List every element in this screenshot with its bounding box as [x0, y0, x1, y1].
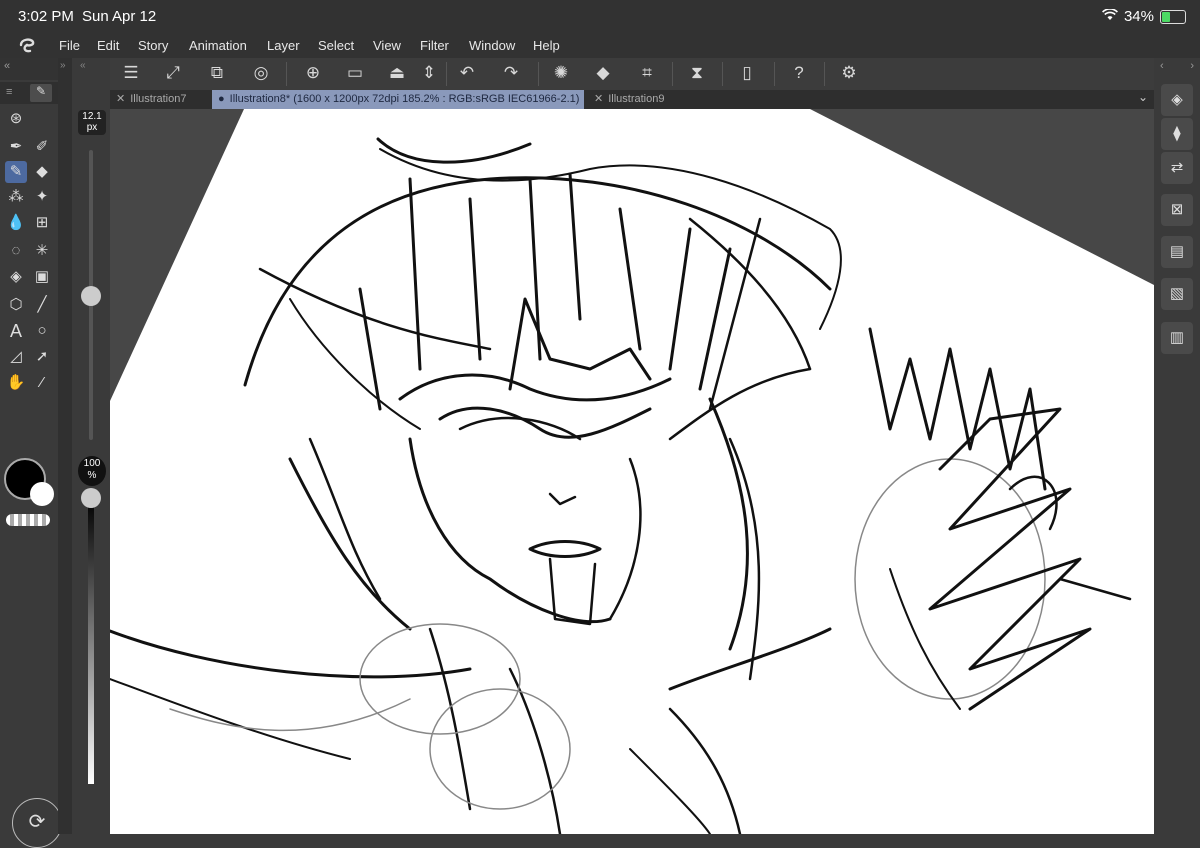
opacity-label: 100%	[78, 456, 106, 486]
status-bar: 3:02 PM Sun Apr 12 34%	[0, 0, 1200, 34]
rotate-device-icon[interactable]: ⟳	[12, 798, 62, 848]
save-icon[interactable]: ⏏	[386, 62, 408, 84]
tab-illustration8[interactable]: ● Illustration8* (1600 x 1200px 72dpi 185…	[212, 90, 584, 109]
collapse-icon[interactable]: «	[80, 60, 86, 71]
command-bar: ☰ ⤢ ⧉ ◎ ⊕ ▭ ⏏ ⇕ ↶ ↷ ✺ ◆ ⌗ ⧗ ▯ ? ⚙	[110, 58, 1154, 91]
grid-icon[interactable]: ⊞	[31, 212, 53, 234]
tab-illustration9[interactable]: ✕ Illustration9	[588, 90, 692, 109]
open-folder-icon[interactable]: ▭	[344, 62, 366, 84]
panel-divider: »	[58, 58, 72, 834]
crop-icon[interactable]: ⌗	[636, 62, 658, 84]
drop-icon[interactable]: 💧	[5, 212, 27, 234]
flip-icon[interactable]: ⧗	[686, 62, 708, 84]
menu-file[interactable]: File	[59, 38, 80, 53]
layers-icon[interactable]: ◈	[1161, 84, 1193, 116]
download-icon[interactable]: ⊛	[5, 108, 27, 130]
brush-size-label: 12.1 px	[78, 110, 106, 135]
sparkle-icon[interactable]: ✦	[31, 186, 53, 208]
chevron-down-icon[interactable]: ⌄	[1138, 90, 1148, 104]
status-date: Sun Apr 12	[82, 8, 157, 25]
sub-view-icon[interactable]: ⊠	[1161, 194, 1193, 226]
menu-filter[interactable]: Filter	[420, 38, 449, 53]
menu-edit[interactable]: Edit	[97, 38, 119, 53]
line-icon[interactable]: ╱	[31, 294, 53, 316]
close-icon[interactable]: ✕	[594, 93, 603, 105]
panel-menu-icon[interactable]: ≡	[6, 86, 12, 98]
menu-story[interactable]: Story	[138, 38, 168, 53]
collapse-right-icon[interactable]: ‹	[1160, 60, 1164, 72]
eyedropper-icon[interactable]: ⁄	[31, 372, 53, 394]
transparent-color-swatch[interactable]	[6, 514, 50, 526]
navigator-icon[interactable]: ⇄	[1161, 152, 1193, 184]
triangle-ruler-icon[interactable]: ◿	[5, 346, 27, 368]
expand-right-icon[interactable]: ›	[1190, 60, 1194, 72]
drawing-canvas[interactable]	[110, 109, 1154, 834]
opacity-knob[interactable]	[81, 488, 101, 508]
dot-icon: ●	[218, 93, 225, 105]
wifi-icon	[1102, 8, 1118, 25]
menu-animation[interactable]: Animation	[189, 38, 247, 53]
brush-icon[interactable]: ✎	[5, 161, 27, 183]
collapse-left-icon[interactable]: «	[4, 60, 10, 72]
brush-tab-icon[interactable]: ✎	[30, 84, 52, 102]
gradient-icon[interactable]: ▣	[31, 266, 53, 288]
opacity-slider[interactable]	[88, 498, 94, 784]
menu-bar: File Edit Story Animation Layer Select V…	[0, 34, 1200, 58]
battery-icon	[1160, 9, 1186, 24]
device-icon[interactable]: ▯	[736, 62, 758, 84]
canvas-area[interactable]	[110, 109, 1154, 834]
fill-icon[interactable]: ◆	[592, 62, 614, 84]
tab-illustration7[interactable]: ✕ Illustration7	[110, 90, 212, 109]
magic-wand-icon[interactable]: ✳	[31, 240, 53, 262]
tool-palette: « ≡ ✎ ⊛ ✒ ✐ ✎ ◆ ⁂ ✦ 💧 ⊞ ◌ ✳ ◈ ▣ ⬡ ╱ A ○ …	[0, 58, 62, 848]
right-panel-bar: ‹ › ◈ ⧫ ⇄ ⊠ ▤ ▧ ▥	[1154, 58, 1200, 834]
move-arrow-icon[interactable]: ➚	[31, 346, 53, 368]
material-icon[interactable]: ▤	[1161, 236, 1193, 268]
eraser-icon[interactable]: ◆	[31, 161, 53, 183]
blend-icon[interactable]: ⁂	[5, 186, 27, 208]
text-icon[interactable]: A	[5, 320, 27, 342]
document-tabs: ✕ Illustration7 ● Illustration8* (1600 x 1…	[110, 90, 1154, 109]
settings-icon[interactable]: ⚙	[838, 62, 860, 84]
cube-icon[interactable]: ⬡	[5, 294, 27, 316]
menu-select[interactable]: Select	[318, 38, 354, 53]
brush-size-knob[interactable]	[81, 286, 101, 306]
battery-percent: 34%	[1123, 8, 1154, 25]
close-icon[interactable]: ✕	[116, 93, 125, 105]
redo-icon[interactable]: ↷	[500, 62, 522, 84]
up-down-icon[interactable]: ⇕	[418, 62, 440, 84]
pencil-icon[interactable]: ✐	[31, 136, 53, 158]
help-icon[interactable]: ?	[788, 62, 810, 84]
app-logo-icon[interactable]	[18, 36, 40, 56]
menu-view[interactable]: View	[373, 38, 401, 53]
menu-window[interactable]: Window	[469, 38, 515, 53]
material-3d-icon[interactable]: ▥	[1161, 322, 1193, 354]
menu-icon[interactable]: ☰	[120, 62, 142, 84]
hand-icon[interactable]: ✋	[5, 372, 27, 394]
material-image-icon[interactable]: ▧	[1161, 278, 1193, 310]
fill-bucket-icon[interactable]: ◈	[5, 266, 27, 288]
color-wheel-icon[interactable]: ◎	[250, 62, 272, 84]
resize-icon[interactable]: ⤢	[162, 62, 184, 84]
transform-icon[interactable]: ⧉	[206, 62, 228, 84]
menu-help[interactable]: Help	[533, 38, 560, 53]
sub-color-swatch[interactable]	[30, 482, 54, 506]
undo-icon[interactable]: ↶	[456, 62, 478, 84]
layer-properties-icon[interactable]: ⧫	[1161, 118, 1193, 150]
status-right: 34%	[1102, 8, 1186, 25]
lasso-icon[interactable]: ◌	[5, 240, 27, 262]
loading-icon[interactable]: ✺	[550, 62, 572, 84]
new-canvas-icon[interactable]: ⊕	[302, 62, 324, 84]
pen-icon[interactable]: ✒	[5, 136, 27, 158]
status-time: 3:02 PM	[18, 8, 74, 25]
speech-bubble-icon[interactable]: ○	[31, 320, 53, 342]
menu-layer[interactable]: Layer	[267, 38, 300, 53]
